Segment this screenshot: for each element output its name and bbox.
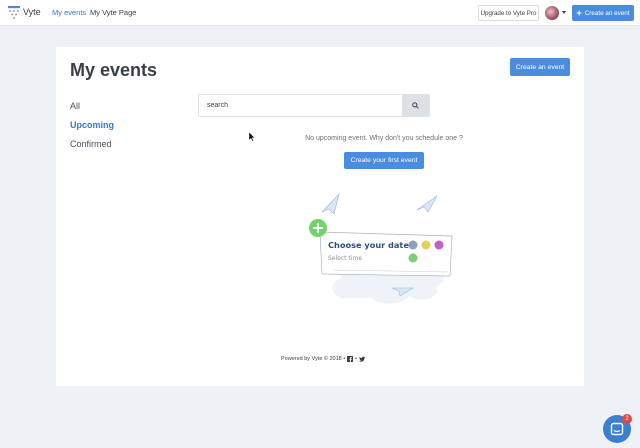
illustration-subtitle: Select time: [328, 255, 362, 262]
create-event-nav-label: Create an event: [584, 9, 630, 17]
brand-name[interactable]: Vyte: [23, 7, 41, 17]
upgrade-button[interactable]: Upgrade to Vyte Pro: [478, 5, 539, 21]
filter-upcoming[interactable]: Upcoming: [70, 120, 114, 130]
vyte-logo-icon[interactable]: [8, 6, 20, 20]
create-first-event-button[interactable]: Create your first event: [344, 152, 424, 169]
footer: Powered by Vyte © 2018 • •: [281, 356, 366, 362]
filter-confirmed[interactable]: Confirmed: [70, 139, 112, 149]
filter-all[interactable]: All: [70, 101, 80, 111]
create-event-nav-button[interactable]: + Create an event: [572, 5, 634, 21]
create-event-button[interactable]: Create an event: [510, 58, 570, 76]
facebook-icon[interactable]: [347, 356, 354, 362]
search-button[interactable]: [402, 95, 429, 116]
chat-unread-badge: 2: [622, 414, 632, 424]
illustration-title: Choose your date: [328, 240, 409, 250]
nav-link-my-vyte-page[interactable]: My Vyte Page: [90, 8, 136, 17]
search-box: [198, 94, 430, 117]
search-input[interactable]: [199, 95, 402, 116]
avatar[interactable]: [545, 6, 559, 20]
page-title: My events: [70, 60, 158, 80]
mouse-cursor-icon: [249, 132, 255, 142]
top-navbar: Vyte My events My Vyte Page Upgrade to V…: [0, 0, 640, 26]
twitter-icon[interactable]: [359, 356, 366, 362]
chevron-down-icon[interactable]: [562, 11, 566, 14]
footer-text: Powered by Vyte © 2018 •: [281, 356, 346, 362]
nav-link-my-events[interactable]: My events: [52, 8, 86, 17]
calendar-illustration: Choose your date Select time: [309, 192, 453, 304]
search-icon: [412, 102, 419, 109]
footer-separator: •: [355, 356, 358, 362]
plus-icon: +: [576, 7, 582, 18]
